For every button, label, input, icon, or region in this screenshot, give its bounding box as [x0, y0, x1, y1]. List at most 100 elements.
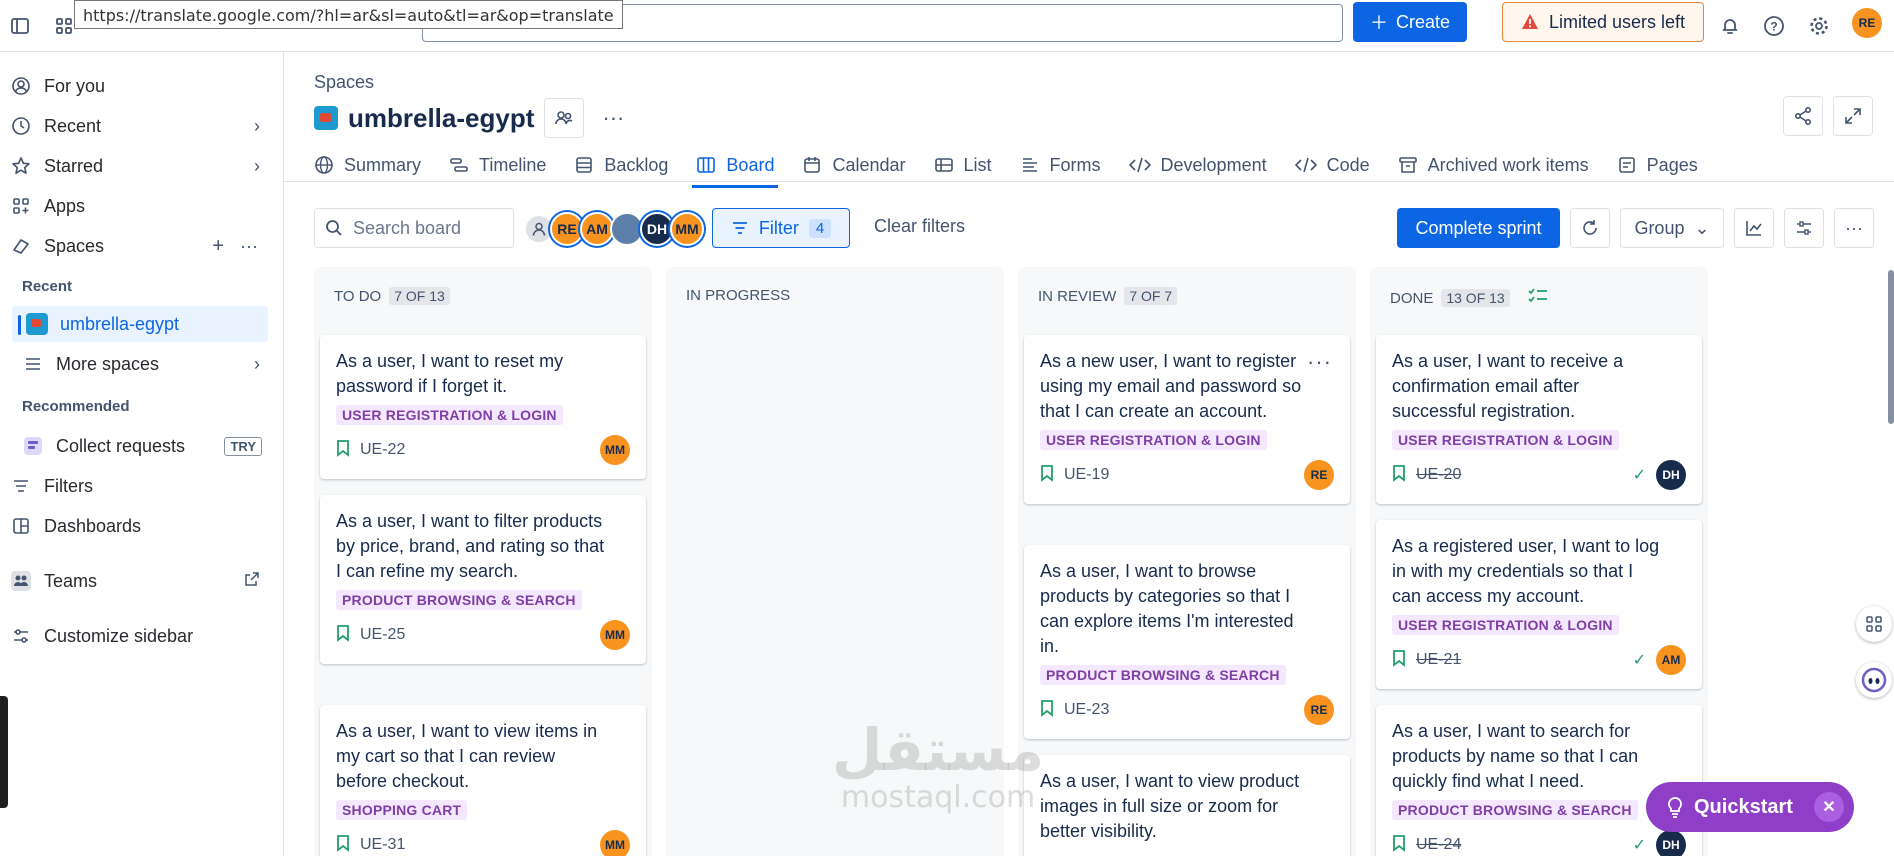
tab-label: Timeline: [479, 154, 547, 175]
issue-card[interactable]: As a registered user, I want to log in w…: [1376, 520, 1702, 689]
settings-gear-icon[interactable]: [1803, 10, 1835, 42]
column-title: IN REVIEW: [1038, 287, 1117, 305]
card-assignee-avatar[interactable]: DH: [1656, 830, 1686, 856]
card-key[interactable]: UE-23: [1064, 701, 1109, 719]
tab-forms[interactable]: Forms: [1020, 146, 1101, 184]
card-key[interactable]: UE-25: [360, 626, 405, 644]
issue-card[interactable]: As a user, I want to view items in my ca…: [320, 705, 646, 856]
sidebar-toggle-icon[interactable]: [4, 10, 36, 42]
issue-card[interactable]: ··· As a new user, I want to register us…: [1024, 335, 1350, 504]
tab-archived-work-items[interactable]: Archived work items: [1398, 146, 1589, 184]
teams-icon: [10, 570, 32, 592]
user-avatar[interactable]: RE: [1852, 8, 1882, 38]
tab-list[interactable]: List: [934, 146, 992, 184]
sprint-refresh-button[interactable]: [1570, 208, 1610, 248]
quickstart-button[interactable]: Quickstart ✕: [1646, 782, 1854, 832]
view-settings-button[interactable]: [1784, 208, 1824, 248]
tab-development[interactable]: Development: [1128, 146, 1267, 184]
chevron-right-icon: ›: [254, 155, 260, 176]
tab-backlog[interactable]: Backlog: [574, 146, 668, 184]
help-icon[interactable]: ?: [1758, 10, 1790, 42]
story-bookmark-icon: [336, 439, 350, 462]
list-icon: [934, 158, 953, 172]
card-assignee-avatar[interactable]: MM: [600, 435, 630, 465]
more-horizontal-icon: ···: [1845, 217, 1863, 238]
sidebar-item-more-spaces[interactable]: More spaces ›: [18, 346, 268, 382]
card-assignee-avatar[interactable]: RE: [1304, 460, 1334, 490]
tab-timeline[interactable]: Timeline: [449, 146, 546, 184]
tab-pages[interactable]: Pages: [1617, 146, 1698, 184]
create-button[interactable]: ＋ Create: [1353, 2, 1467, 42]
limited-users-button[interactable]: Limited users left: [1502, 2, 1704, 42]
card-key[interactable]: UE-19: [1064, 466, 1109, 484]
story-bookmark-icon: [336, 624, 350, 647]
sidebar-item-apps[interactable]: Apps: [6, 188, 268, 224]
issue-card[interactable]: As a user, I want to view product images…: [1024, 755, 1350, 856]
page-icon: [1618, 157, 1635, 173]
more-actions-button[interactable]: ···: [1834, 208, 1874, 248]
sidebar-item-collect-requests[interactable]: Collect requests TRY: [18, 428, 268, 464]
sidebar-item-customize[interactable]: Customize sidebar: [6, 618, 268, 654]
card-key[interactable]: UE-24: [1416, 836, 1461, 854]
page-title: umbrella-egypt: [348, 102, 535, 133]
card-more-icon[interactable]: ···: [1307, 349, 1332, 375]
plus-icon: ＋: [1369, 13, 1388, 33]
group-dropdown[interactable]: Group ⌄: [1620, 208, 1724, 248]
filter-button[interactable]: Filter 4: [712, 208, 850, 248]
issue-card[interactable]: As a user, I want to filter products by …: [320, 495, 646, 664]
tab-board[interactable]: Board: [692, 146, 779, 188]
issue-card[interactable]: As a user, I want to receive a confirmat…: [1376, 335, 1702, 504]
issue-card[interactable]: As a user, I want to browse products by …: [1024, 545, 1350, 739]
card-assignee-avatar[interactable]: RE: [1304, 695, 1334, 725]
insights-button[interactable]: [1734, 208, 1774, 248]
people-button[interactable]: [544, 98, 585, 138]
tab-label: Calendar: [832, 154, 906, 175]
assignee-avatar[interactable]: DH: [640, 212, 674, 246]
sidebar-item-filters[interactable]: Filters: [6, 468, 268, 504]
sidebar-item-dashboards[interactable]: Dashboards: [6, 508, 268, 544]
more-horizontal-icon[interactable]: ···: [594, 105, 632, 131]
card-key[interactable]: UE-31: [360, 836, 405, 854]
clear-filters-button[interactable]: Clear filters: [874, 216, 965, 237]
assignee-avatar[interactable]: MM: [670, 212, 704, 246]
more-horizontal-icon[interactable]: ···: [240, 236, 258, 257]
assignee-avatar[interactable]: AM: [580, 212, 614, 246]
breadcrumb[interactable]: Spaces: [314, 72, 374, 93]
sidebar-item-teams[interactable]: Teams: [6, 563, 268, 599]
apps-float-button[interactable]: [1856, 606, 1892, 642]
card-assignee-avatar[interactable]: MM: [600, 620, 630, 650]
assignee-avatar[interactable]: RE: [550, 212, 584, 246]
filter-count-badge: 4: [808, 218, 832, 238]
card-key[interactable]: UE-20: [1416, 466, 1461, 484]
card-assignee-avatar[interactable]: DH: [1656, 460, 1686, 490]
card-assignee-avatar[interactable]: MM: [600, 830, 630, 856]
issue-card[interactable]: As a user, I want to reset my password i…: [320, 335, 646, 479]
external-widget-tab[interactable]: [0, 696, 8, 808]
sidebar-item-recent[interactable]: Recent ›: [6, 108, 268, 144]
add-space-plus-icon[interactable]: +: [212, 235, 224, 258]
backlog-icon: [576, 157, 593, 173]
tab-summary[interactable]: Summary: [314, 146, 421, 184]
sidebar-item-label: umbrella-egypt: [60, 313, 180, 334]
card-key[interactable]: UE-21: [1416, 651, 1461, 669]
sidebar-item-umbrella-egypt[interactable]: umbrella-egypt: [12, 306, 268, 342]
assistant-float-button[interactable]: [1856, 662, 1892, 698]
sidebar-item-for-you[interactable]: For you: [6, 68, 268, 104]
assignee-photo-avatar[interactable]: [610, 212, 644, 246]
sidebar-item-starred[interactable]: Starred ›: [6, 148, 268, 184]
tab-calendar[interactable]: Calendar: [802, 146, 906, 184]
fullscreen-button[interactable]: [1833, 96, 1873, 136]
close-icon[interactable]: ✕: [1814, 792, 1844, 822]
tab-code[interactable]: Code: [1294, 146, 1370, 184]
sidebar-item-spaces[interactable]: Spaces + ···: [6, 228, 268, 264]
card-epic-label: USER REGISTRATION & LOGIN: [1040, 430, 1267, 450]
notifications-bell-icon[interactable]: [1714, 10, 1746, 42]
card-assignee-avatar[interactable]: AM: [1656, 645, 1686, 675]
card-key[interactable]: UE-22: [360, 441, 405, 459]
vertical-scrollbar[interactable]: [1888, 270, 1894, 424]
complete-sprint-button[interactable]: Complete sprint: [1397, 208, 1560, 248]
share-button[interactable]: [1783, 96, 1823, 136]
card-summary: As a registered user, I want to log in w…: [1392, 536, 1660, 606]
issue-card[interactable]: As a user, I want to search for products…: [1376, 705, 1702, 856]
search-board-input[interactable]: Search board: [314, 208, 514, 248]
